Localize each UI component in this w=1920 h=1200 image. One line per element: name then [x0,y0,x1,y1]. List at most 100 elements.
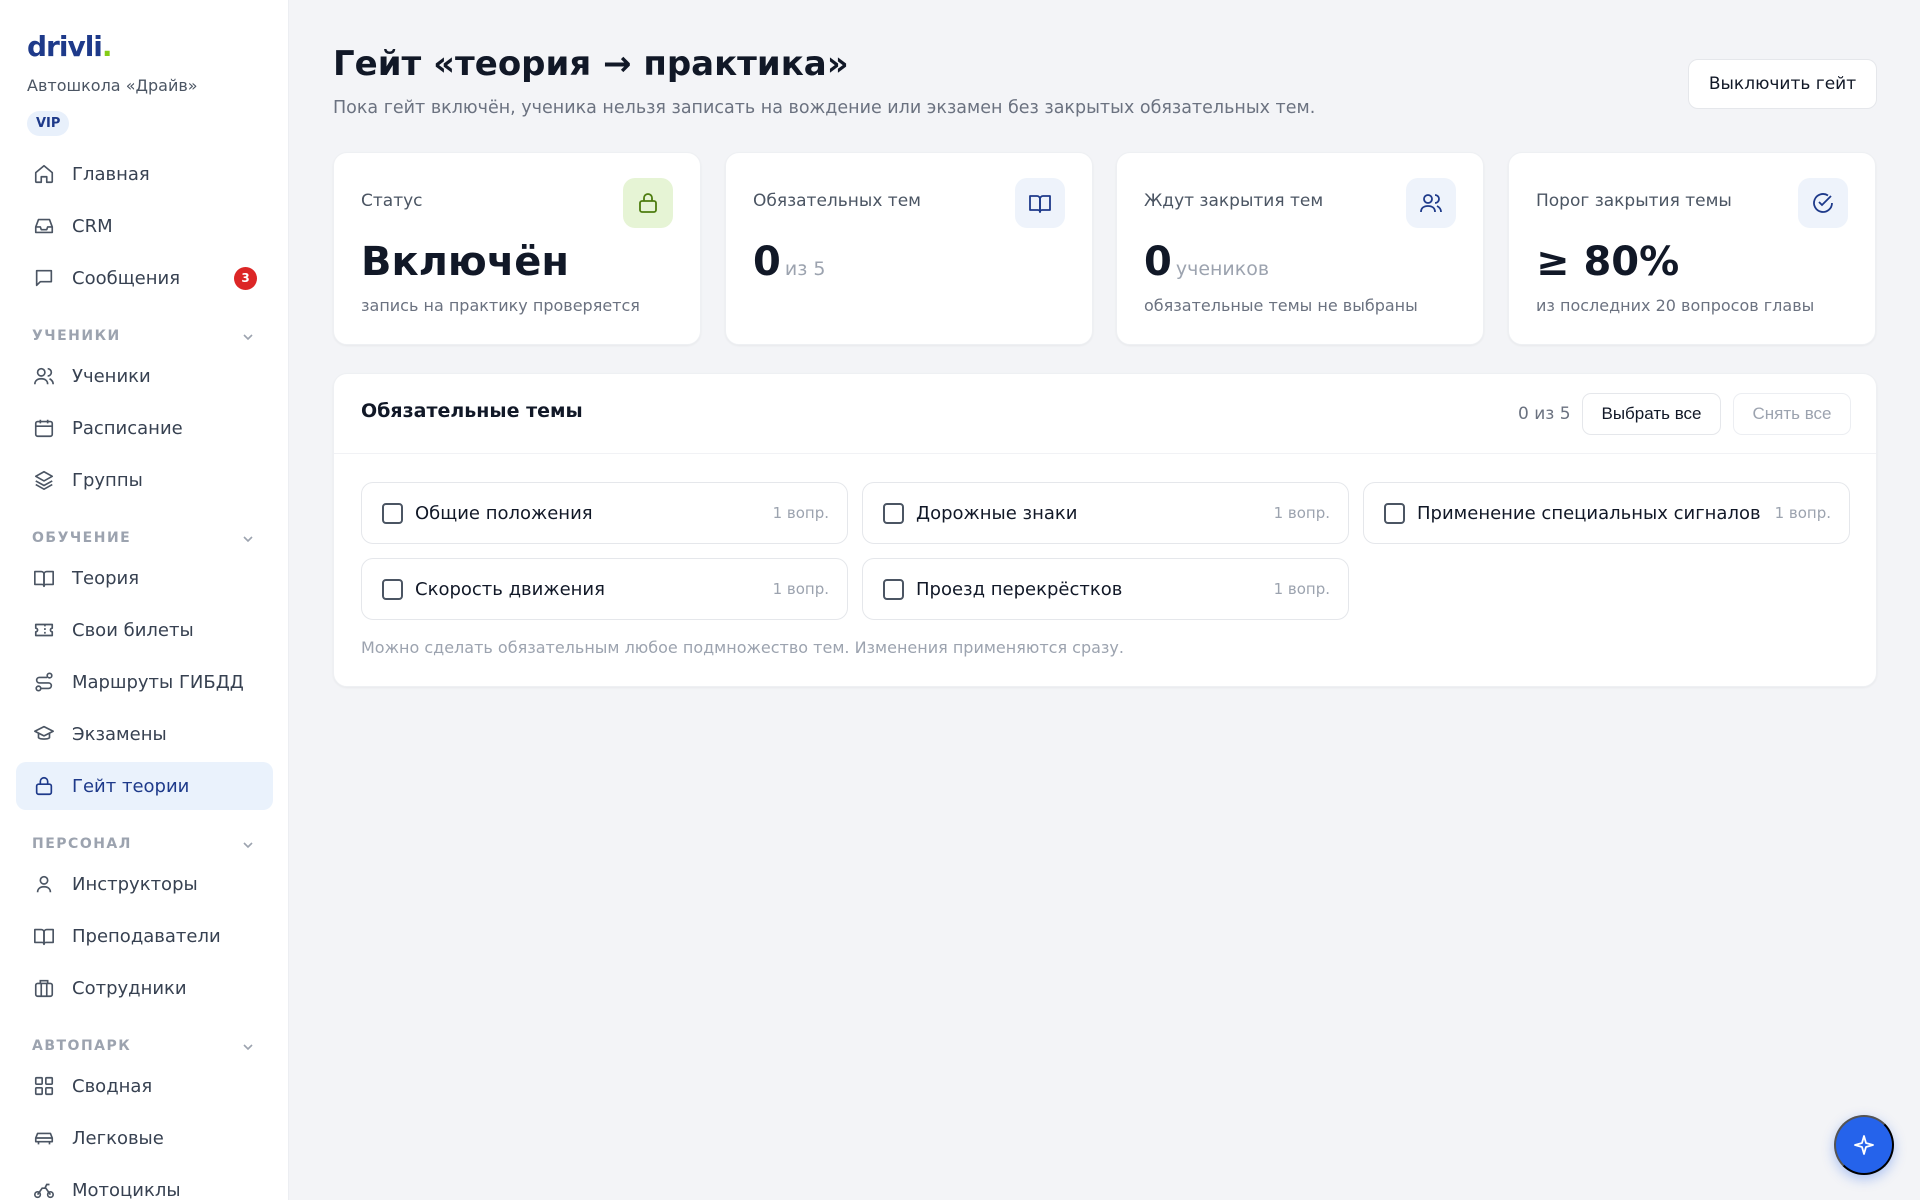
users-icon [32,364,56,388]
chevron-down-icon[interactable] [240,531,256,547]
stat-label: Порог закрытия темы [1536,191,1732,211]
chevron-down-icon[interactable] [240,837,256,853]
sidebar-item-label: Свои билеты [72,619,194,641]
topics-header: Обязательные темы 0 из 5 Выбрать все Сня… [334,374,1876,454]
sidebar-item-gate[interactable]: Гейт теории [16,762,273,810]
sidebar-item-label: Группы [72,469,143,491]
stat-card-status: Статус Включён запись на практику провер… [333,152,701,345]
sidebar-item-label: Инструкторы [72,873,198,895]
sidebar-item-label: Сотрудники [72,977,187,999]
graduation-cap-icon [32,722,56,746]
car-icon [32,1126,56,1150]
grid-icon [32,1074,56,1098]
school-name: Автошкола «Драйв» [27,76,198,95]
sidebar-item-schedule[interactable]: Расписание [16,404,273,452]
section-label-learning: ОБУЧЕНИЕ [32,530,132,546]
sidebar-item-routes[interactable]: Маршруты ГИБДД [16,658,273,706]
sidebar-item-home[interactable]: Главная [16,150,273,198]
stat-note: из последних 20 вопросов главы [1536,296,1815,315]
stat-value: 0 из 5 [753,239,826,285]
clear-all-button[interactable]: Снять все [1733,393,1851,435]
logo[interactable]: drivli. [27,30,113,63]
chevron-down-icon[interactable] [240,329,256,345]
sidebar-item-exams[interactable]: Экзамены [16,710,273,758]
topic-name: Применение специальных сигналов [1417,502,1761,524]
section-label-staff: ПЕРСОНАЛ [32,836,132,852]
sidebar-item-label: CRM [72,215,113,237]
topic-item[interactable]: Применение специальных сигналов 1 вопр. [1363,482,1850,544]
check-circle-icon [1798,178,1848,228]
sidebar-item-cars[interactable]: Легковые [16,1114,273,1162]
sidebar-item-students[interactable]: Ученики [16,352,273,400]
stat-label: Ждут закрытия тем [1144,191,1324,211]
sparkle-icon [1852,1133,1876,1157]
home-icon [32,162,56,186]
topics-footnote: Можно сделать обязательным любое подмнож… [361,638,1124,657]
briefcase-icon [32,976,56,1000]
sidebar-item-employees[interactable]: Сотрудники [16,964,273,1012]
sidebar-item-groups[interactable]: Группы [16,456,273,504]
message-icon [32,266,56,290]
sidebar-item-fleet-summary[interactable]: Сводная [16,1062,273,1110]
stat-card-threshold: Порог закрытия темы ≥ 80% из последних 2… [1508,152,1876,345]
sidebar-item-tickets[interactable]: Свои билеты [16,606,273,654]
topic-item[interactable]: Общие положения 1 вопр. [361,482,848,544]
sidebar-item-label: Ученики [72,365,151,387]
sidebar-item-motorcycles[interactable]: Мотоциклы [16,1166,273,1200]
sidebar-item-crm[interactable]: CRM [16,202,273,250]
sidebar-item-messages[interactable]: Сообщения 3 [16,254,273,302]
page-title: Гейт «теория → практика» [333,44,849,84]
topic-checkbox[interactable] [1384,502,1405,524]
stat-card-required-topics: Обязательных тем 0 из 5 [725,152,1093,345]
topic-name: Скорость движения [415,578,605,600]
topic-question-count: 1 вопр. [772,580,829,598]
chevron-down-icon[interactable] [240,1039,256,1055]
ticket-icon [32,618,56,642]
unread-badge: 3 [234,267,257,290]
book-icon [32,566,56,590]
sidebar-item-teachers[interactable]: Преподаватели [16,912,273,960]
topics-count: 0 из 5 [1518,404,1571,424]
book-icon [1015,178,1065,228]
topic-name: Проезд перекрёстков [916,578,1123,600]
page-subtitle: Пока гейт включён, ученика нельзя записа… [333,98,1316,118]
sidebar-item-label: Гейт теории [72,775,190,797]
ai-assistant-button[interactable] [1834,1115,1894,1175]
sidebar-item-label: Теория [72,567,140,589]
sidebar-item-theory[interactable]: Теория [16,554,273,602]
topic-checkbox[interactable] [883,502,904,524]
required-topics-card: Обязательные темы 0 из 5 Выбрать все Сня… [333,373,1877,687]
user-icon [32,872,56,896]
topic-question-count: 1 вопр. [772,504,829,522]
book-open-icon [32,924,56,948]
sidebar-item-label: Мотоциклы [72,1179,181,1200]
sidebar-item-label: Преподаватели [72,925,221,947]
sidebar: drivli. Автошкола «Драйв» VIP Главная CR… [0,0,289,1200]
topic-question-count: 1 вопр. [1273,504,1330,522]
topic-question-count: 1 вопр. [1273,580,1330,598]
topic-item[interactable]: Скорость движения 1 вопр. [361,558,848,620]
stat-unit: учеников [1175,258,1270,280]
stat-value: 0 учеников [1144,239,1270,285]
sidebar-item-instructors[interactable]: Инструкторы [16,860,273,908]
disable-gate-button[interactable]: Выключить гейт [1688,59,1877,109]
topic-item[interactable]: Проезд перекрёстков 1 вопр. [862,558,1349,620]
topic-checkbox[interactable] [382,578,403,600]
topic-name: Общие положения [415,502,593,524]
stat-label: Обязательных тем [753,191,921,211]
topic-question-count: 1 вопр. [1774,504,1831,522]
calendar-icon [32,416,56,440]
layers-icon [32,468,56,492]
topic-item[interactable]: Дорожные знаки 1 вопр. [862,482,1349,544]
select-all-button[interactable]: Выбрать все [1582,393,1721,435]
topic-checkbox[interactable] [883,578,904,600]
section-label-students: УЧЕНИКИ [32,328,121,344]
lock-icon [32,774,56,798]
stat-value: Включён [361,239,570,285]
users-icon [1406,178,1456,228]
stat-note: запись на практику проверяется [361,296,640,315]
topic-checkbox[interactable] [382,502,403,524]
sidebar-item-label: Легковые [72,1127,164,1149]
sidebar-item-label: Сообщения [72,267,181,289]
section-label-fleet: АВТОПАРК [32,1038,132,1054]
